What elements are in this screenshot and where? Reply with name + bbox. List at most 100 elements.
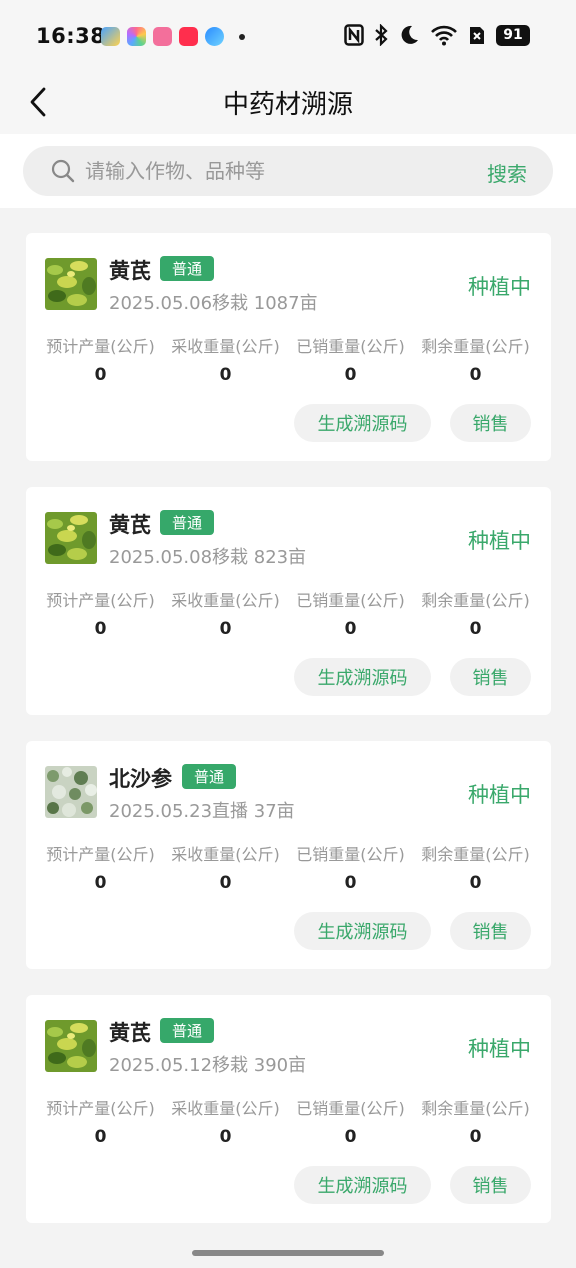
stat-label: 剩余重量(公斤)	[421, 337, 530, 356]
crop-thumbnail	[45, 1020, 97, 1072]
sell-button[interactable]: 销售	[450, 912, 531, 950]
crop-list: 黄芪 普通 2025.05.06移栽 1087亩 种植中 预计产量(公斤) 0 采收重量(公…	[26, 233, 551, 1249]
crop-tag-badge: 普通	[182, 764, 237, 789]
crop-card[interactable]: 黄芪 普通 2025.05.12移栽 390亩 种植中 预计产量(公斤) 0 采收重量(公斤…	[26, 995, 551, 1223]
stat-column: 剩余重量(公斤) 0	[413, 841, 538, 893]
crop-stats: 预计产量(公斤) 0 采收重量(公斤) 0 已销重量(公斤) 0 剩余重量(公斤) 0	[38, 841, 538, 893]
stat-column: 剩余重量(公斤) 0	[413, 333, 538, 385]
crop-tag-badge: 普通	[160, 510, 215, 535]
crop-meta: 2025.05.23直播 37亩	[109, 801, 295, 822]
crop-status: 种植中	[468, 783, 531, 807]
weather-app-icon	[101, 27, 120, 46]
search-box[interactable]: 搜索	[23, 146, 553, 196]
generate-trace-code-button[interactable]: 生成溯源码	[294, 1166, 431, 1204]
stat-column: 预计产量(公斤) 0	[38, 587, 163, 639]
crop-status: 种植中	[468, 1037, 531, 1061]
crop-stats: 预计产量(公斤) 0 采收重量(公斤) 0 已销重量(公斤) 0 剩余重量(公斤) 0	[38, 1095, 538, 1147]
crop-meta: 2025.05.12移栽 390亩	[109, 1055, 307, 1076]
generate-trace-code-button[interactable]: 生成溯源码	[294, 658, 431, 696]
stat-value: 0	[469, 619, 482, 639]
stat-column: 剩余重量(公斤) 0	[413, 587, 538, 639]
stat-value: 0	[469, 873, 482, 893]
crop-name: 黄芪	[109, 1021, 151, 1045]
stat-label: 采收重量(公斤)	[171, 591, 280, 610]
xiaohongshu-app-icon	[179, 27, 198, 46]
search-input[interactable]	[85, 146, 465, 196]
stat-label: 采收重量(公斤)	[171, 337, 280, 356]
generate-trace-code-button[interactable]: 生成溯源码	[294, 912, 431, 950]
crop-meta: 2025.05.08移栽 823亩	[109, 547, 307, 568]
gallery-app-icon	[127, 27, 146, 46]
battery-icon: 91	[496, 24, 530, 46]
stat-column: 预计产量(公斤) 0	[38, 333, 163, 385]
crop-name: 北沙参	[109, 767, 172, 791]
page-title: 中药材溯源	[222, 90, 353, 120]
stat-value: 0	[219, 873, 232, 893]
crop-meta: 2025.05.06移栽 1087亩	[109, 293, 318, 314]
nav-bar: 中药材溯源	[0, 72, 576, 134]
stat-value: 0	[94, 365, 107, 385]
stat-value: 0	[469, 1127, 482, 1147]
crop-stats: 预计产量(公斤) 0 采收重量(公斤) 0 已销重量(公斤) 0 剩余重量(公斤) 0	[38, 333, 538, 385]
stat-value: 0	[219, 619, 232, 639]
stat-column: 剩余重量(公斤) 0	[413, 1095, 538, 1147]
stat-label: 采收重量(公斤)	[171, 845, 280, 864]
stat-value: 0	[344, 873, 357, 893]
stat-value: 0	[94, 1127, 107, 1147]
stat-column: 已销重量(公斤) 0	[288, 333, 413, 385]
stat-column: 预计产量(公斤) 0	[38, 841, 163, 893]
crop-card[interactable]: 黄芪 普通 2025.05.06移栽 1087亩 种植中预计产量(公斤) 0 采收重量(公…	[26, 233, 551, 461]
stat-label: 预计产量(公斤)	[46, 845, 155, 864]
sim-icon	[468, 24, 486, 46]
stat-column: 采收重量(公斤) 0	[163, 1095, 288, 1147]
notification-app-icons	[101, 27, 245, 46]
search-area: 搜索	[0, 134, 576, 208]
stat-label: 剩余重量(公斤)	[421, 591, 530, 610]
browser-app-icon	[205, 27, 224, 46]
stat-label: 预计产量(公斤)	[46, 337, 155, 356]
stat-value: 0	[344, 1127, 357, 1147]
stat-column: 已销重量(公斤) 0	[288, 587, 413, 639]
crop-thumbnail	[45, 258, 97, 310]
stat-label: 已销重量(公斤)	[296, 337, 405, 356]
crop-name: 黄芪	[109, 513, 151, 537]
bilibili-app-icon	[153, 27, 172, 46]
stat-label: 剩余重量(公斤)	[421, 1099, 530, 1118]
crop-card[interactable]: 黄芪 普通 2025.05.08移栽 823亩 种植中 预计产量(公斤) 0 采收重量(公斤…	[26, 487, 551, 715]
status-bar: 16:38 91	[0, 0, 576, 72]
stat-column: 采收重量(公斤) 0	[163, 333, 288, 385]
status-time: 16:38	[36, 24, 106, 48]
search-button[interactable]: 搜索	[487, 158, 527, 187]
bluetooth-icon	[374, 24, 388, 46]
stat-label: 剩余重量(公斤)	[421, 845, 530, 864]
stat-value: 0	[94, 873, 107, 893]
crop-card[interactable]: 北沙参 普通 2025.05.23直播 37亩 种植中 预计产量(公斤) 0 采收重量(公斤…	[26, 741, 551, 969]
more-notifications-dot	[239, 33, 245, 40]
crop-thumbnail	[45, 766, 97, 818]
stat-value: 0	[469, 365, 482, 385]
system-status-icons: 91	[344, 24, 530, 46]
stat-value: 0	[344, 619, 357, 639]
crop-stats: 预计产量(公斤) 0 采收重量(公斤) 0 已销重量(公斤) 0 剩余重量(公斤) 0	[38, 587, 538, 639]
crop-name: 黄芪	[109, 259, 151, 283]
stat-column: 已销重量(公斤) 0	[288, 841, 413, 893]
sell-button[interactable]: 销售	[450, 1166, 531, 1204]
stat-label: 预计产量(公斤)	[46, 1099, 155, 1118]
stat-value: 0	[344, 365, 357, 385]
stat-column: 采收重量(公斤) 0	[163, 841, 288, 893]
stat-label: 预计产量(公斤)	[46, 591, 155, 610]
generate-trace-code-button[interactable]: 生成溯源码	[294, 404, 431, 442]
crop-tag-badge: 普通	[160, 1018, 215, 1043]
stat-value: 0	[219, 1127, 232, 1147]
moon-icon	[398, 24, 420, 46]
sell-button[interactable]: 销售	[450, 658, 531, 696]
crop-status: 种植中	[468, 275, 531, 299]
stat-value: 0	[94, 619, 107, 639]
stat-column: 已销重量(公斤) 0	[288, 1095, 413, 1147]
wifi-icon	[430, 24, 458, 46]
stat-label: 已销重量(公斤)	[296, 845, 405, 864]
sell-button[interactable]: 销售	[450, 404, 531, 442]
crop-tag-badge: 普通	[160, 256, 215, 281]
home-indicator[interactable]	[192, 1250, 384, 1256]
stat-label: 已销重量(公斤)	[296, 1099, 405, 1118]
